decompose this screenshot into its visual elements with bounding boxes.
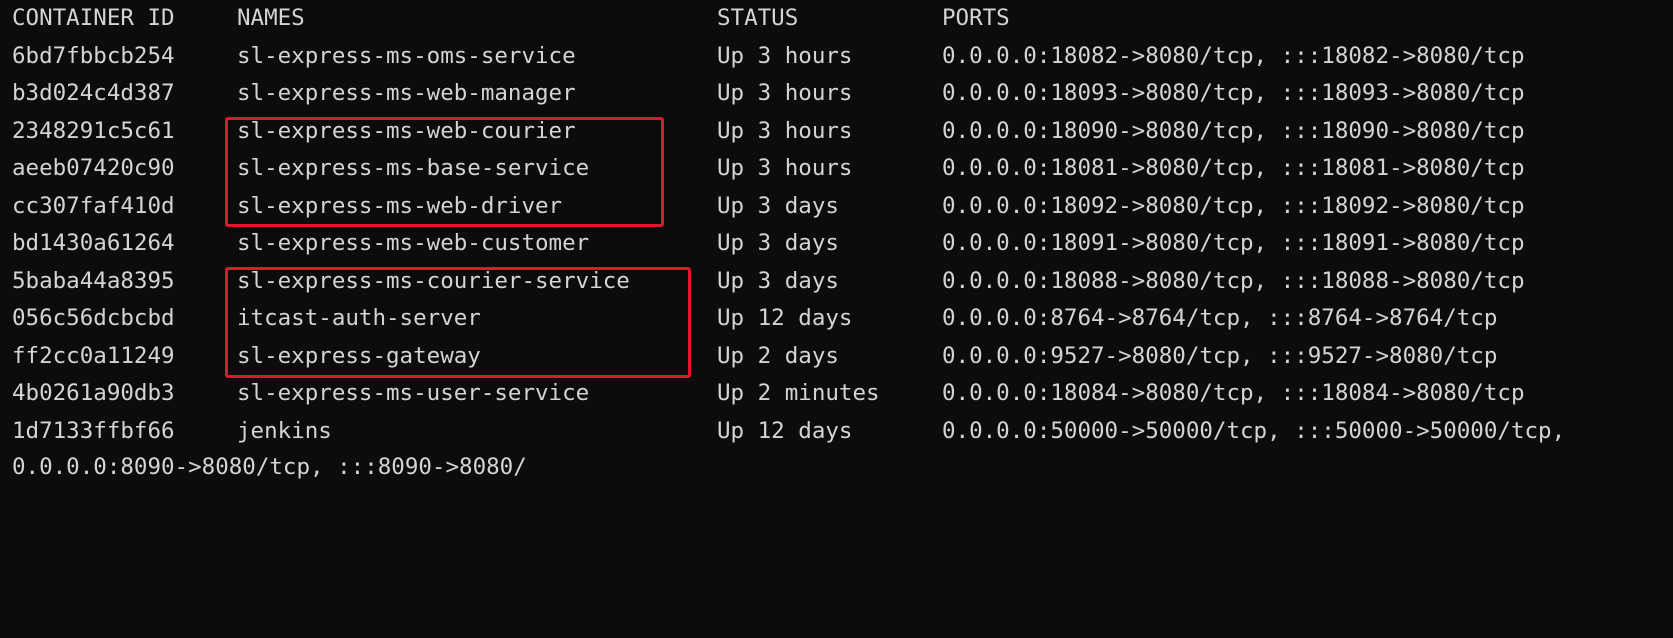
container-id: 2348291c5c61 [12, 117, 175, 144]
container-ports: 0.0.0.0:18084->8080/tcp, :::18084->8080/… [942, 380, 1525, 406]
highlight-box-web-services [225, 117, 664, 227]
container-status: Up 3 hours [717, 155, 853, 181]
container-status: Up 2 days [717, 342, 839, 369]
header-ports: PORTS [942, 5, 1010, 31]
container-row: 6bd7fbbcb254 sl-express-ms-oms-service U… [0, 38, 1673, 76]
container-ports: 0.0.0.0:18082->8080/tcp, :::18082->8080/… [942, 42, 1525, 69]
container-id: ff2cc0a11249 [12, 342, 175, 369]
container-ports: 0.0.0.0:18090->8080/tcp, :::18090->8080/… [942, 117, 1525, 144]
container-ports: 0.0.0.0:9527->8080/tcp, :::9527->8080/tc… [942, 342, 1498, 369]
terminal-window: CONTAINER ID NAMES STATUS PORTS 6bd7fbbc… [0, 0, 1673, 480]
container-ports: 0.0.0.0:8764->8764/tcp, :::8764->8764/tc… [942, 305, 1498, 331]
header-status: STATUS [717, 5, 799, 31]
container-status: Up 12 days [717, 305, 853, 331]
container-id: 4b0261a90db3 [12, 380, 175, 406]
container-row: 4b0261a90db3 sl-express-ms-user-service … [0, 375, 1673, 413]
container-status: Up 12 days [717, 417, 853, 444]
container-id: 056c56dcbcbd [12, 305, 175, 331]
container-name: sl-express-ms-user-service [237, 380, 590, 406]
container-ports: 0.0.0.0:18088->8080/tcp, :::18088->8080/… [942, 267, 1525, 294]
header-container-id: CONTAINER ID [12, 5, 175, 31]
container-ports: 0.0.0.0:18081->8080/tcp, :::18081->8080/… [942, 155, 1525, 181]
container-id: 1d7133ffbf66 [12, 417, 175, 444]
container-row: bd1430a61264 sl-express-ms-web-customer … [0, 225, 1673, 263]
container-status: Up 3 days [717, 230, 839, 256]
container-id: 5baba44a8395 [12, 267, 175, 294]
container-status: Up 3 hours [717, 117, 853, 144]
container-id: cc307faf410d [12, 192, 175, 219]
container-id: b3d024c4d387 [12, 80, 175, 106]
container-name: sl-express-ms-web-manager [237, 80, 576, 106]
container-id: aeeb07420c90 [12, 155, 175, 181]
container-name: sl-express-ms-oms-service [237, 42, 576, 69]
container-id: bd1430a61264 [12, 230, 175, 256]
container-row: 1d7133ffbf66 jenkins Up 12 days 0.0.0.0:… [0, 413, 1673, 451]
wrapped-ports-line: 0.0.0.0:8090->8080/tcp, :::8090->8080/ [12, 454, 527, 480]
container-name: sl-express-ms-web-customer [237, 230, 590, 256]
container-status: Up 3 hours [717, 42, 853, 69]
container-name: jenkins [237, 417, 332, 444]
container-ports: 0.0.0.0:50000->50000/tcp, :::50000->5000… [942, 417, 1566, 444]
highlight-box-auth-gateway [225, 267, 691, 378]
container-row: b3d024c4d387 sl-express-ms-web-manager U… [0, 75, 1673, 113]
container-ports: 0.0.0.0:18092->8080/tcp, :::18092->8080/… [942, 192, 1525, 219]
header-names: NAMES [237, 5, 305, 31]
header-row: CONTAINER ID NAMES STATUS PORTS [0, 0, 1673, 38]
container-ports: 0.0.0.0:18093->8080/tcp, :::18093->8080/… [942, 80, 1525, 106]
container-status: Up 3 days [717, 267, 839, 294]
container-status: Up 3 days [717, 192, 839, 219]
container-id: 6bd7fbbcb254 [12, 42, 175, 69]
container-status: Up 2 minutes [717, 380, 880, 406]
container-ports: 0.0.0.0:18091->8080/tcp, :::18091->8080/… [942, 230, 1525, 256]
container-status: Up 3 hours [717, 80, 853, 106]
